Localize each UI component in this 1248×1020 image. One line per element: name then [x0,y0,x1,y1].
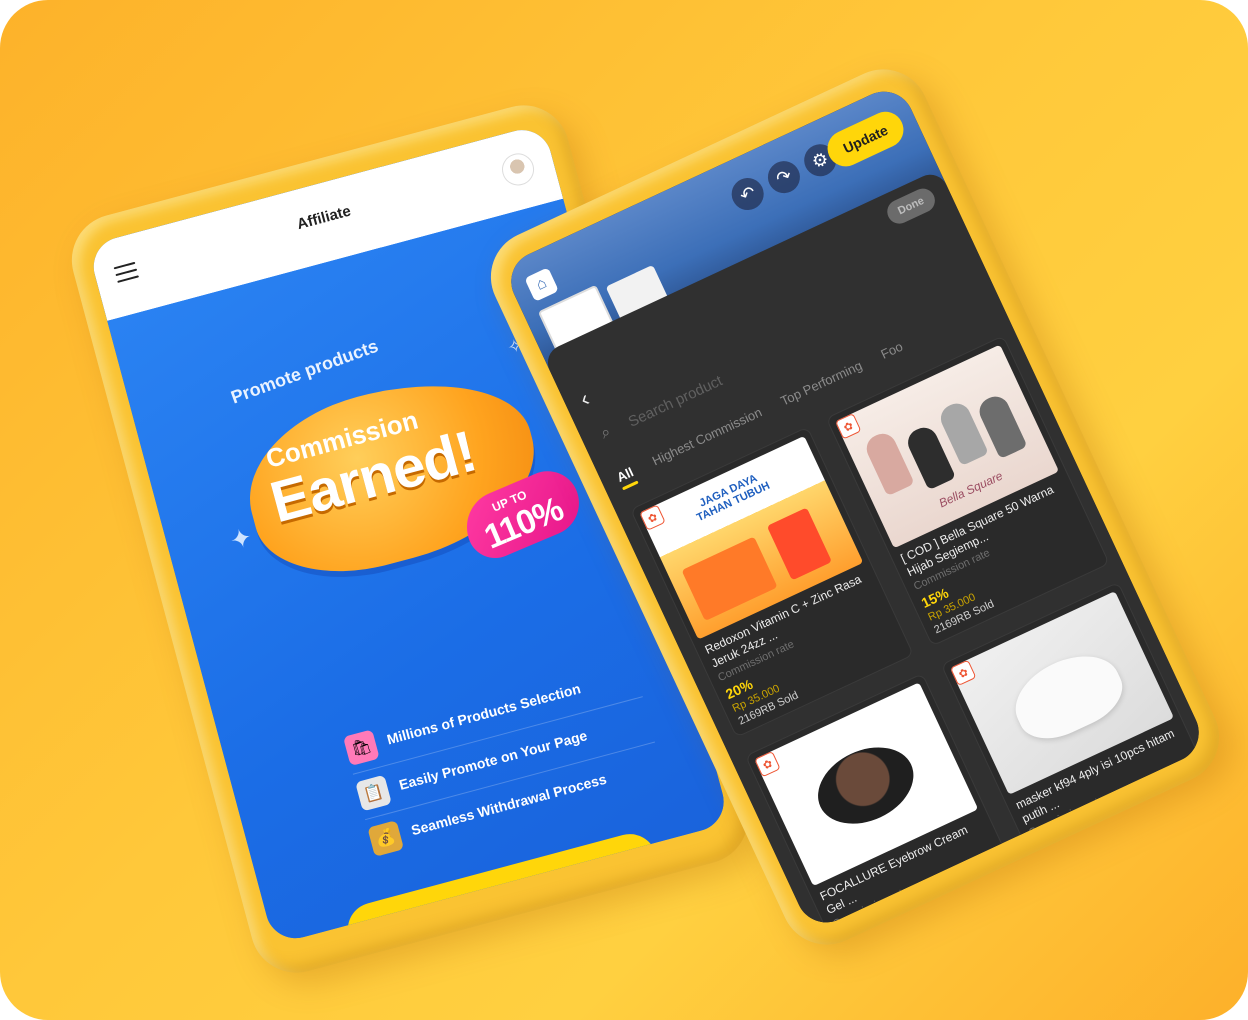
sparkle-icon: ✦ [226,521,256,557]
hijab-figure [862,429,915,497]
redo-icon[interactable]: ↷ [762,155,806,199]
commission-footnote: You can receive your commission in Affil… [872,892,1097,933]
product-box [681,536,778,622]
promo-background: Affiliate ✦ ✧ Promote products Commissio… [0,0,1248,1020]
clipboard-icon: 📋 [355,774,392,812]
shopping-bags-icon: 🛍 [342,729,380,767]
product-box [766,507,833,581]
eyebrow-gel-jar [805,732,926,839]
search-icon: ⌕ [598,423,614,443]
back-arrow-icon[interactable]: ‹ [576,386,594,413]
footnote-prefix: You can receive your commission in [872,920,1038,933]
mask-shape [1003,640,1133,751]
learn-more-prefix: Learn more about [435,935,533,944]
feature-list: 🛍 Millions of Products Selection 📋 Easil… [340,651,667,865]
money-bag-icon: 💰 [367,820,405,857]
desty-affiliate-link[interactable]: Desty Affiliate [529,916,603,945]
undo-icon[interactable]: ↶ [726,172,769,216]
done-button[interactable]: Done [883,184,939,228]
tab-all[interactable]: All [614,464,635,485]
affiliate-dashboard-link[interactable]: Affiliate Dash [1033,892,1097,930]
product-image-text: JAGA DAYA TAHAN TUBUH [695,472,772,525]
home-icon[interactable]: ⌂ [524,267,559,302]
tab-foo[interactable]: Foo [878,339,905,362]
update-button[interactable]: Update [821,105,910,173]
